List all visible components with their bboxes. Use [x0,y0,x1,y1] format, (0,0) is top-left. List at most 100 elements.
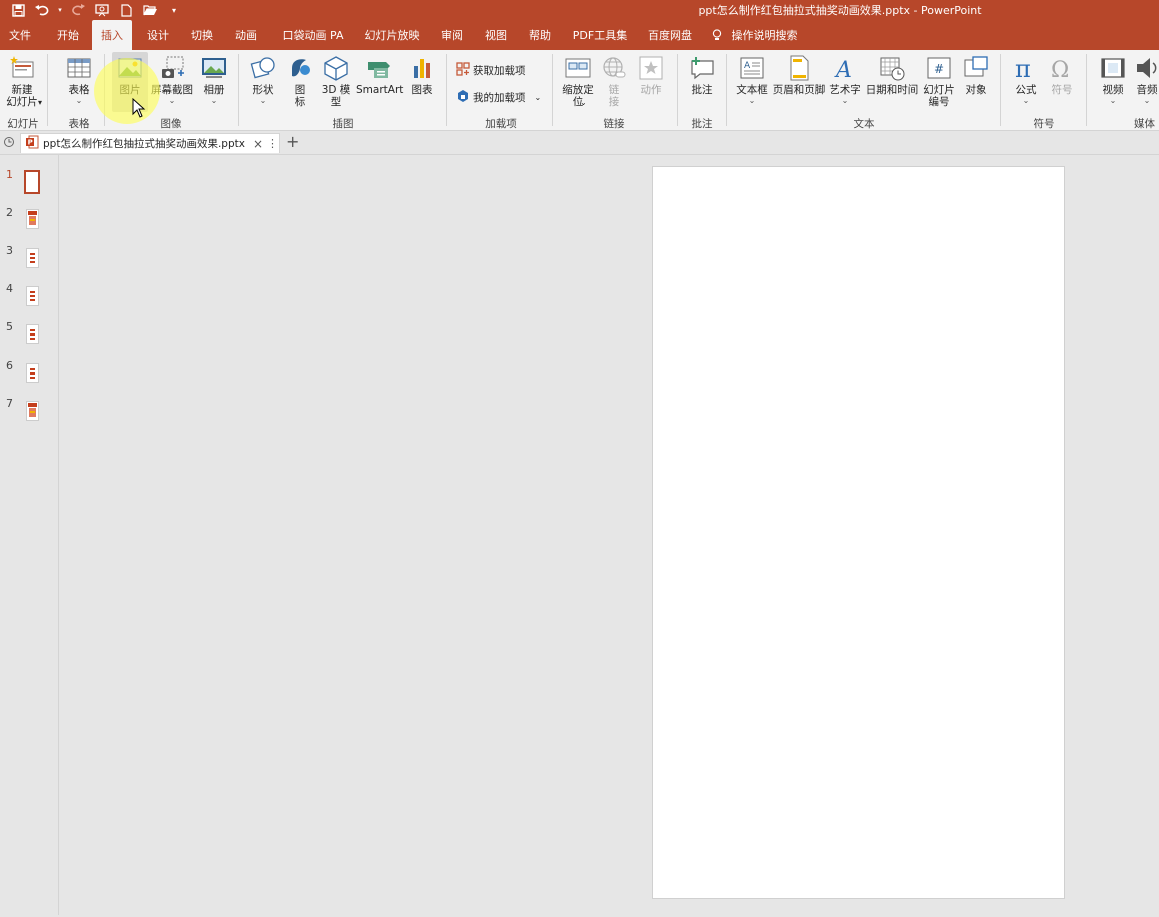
group-label-links: 链接 [603,118,625,130]
wordart-button[interactable]: A 艺术字 ⌄ [828,54,862,105]
slide-thumbnail-3[interactable] [26,248,39,268]
action-button[interactable]: 动作 [636,54,666,97]
slide-number-6: 6 [6,359,13,372]
slide-thumbnail-2[interactable] [26,209,39,229]
header-footer-icon [785,54,813,82]
equation-button[interactable]: π 公式 ⌄ [1010,54,1042,105]
zoom-button[interactable]: 缩放定 位 [560,54,596,108]
tab-baidu-netdisk[interactable]: 百度网盘 [640,20,700,50]
symbol-button[interactable]: Ω 符号 [1046,54,1078,97]
tab-help[interactable]: 帮助 [520,20,560,50]
my-addins-label: 我的加载项 [473,92,526,104]
zoom-arrow-icon[interactable]: ⌄ [580,96,587,109]
get-addins-button[interactable]: 获取加载项 [456,62,526,79]
new-slide-label: 新建 幻灯片 [6,84,38,108]
link-button[interactable]: 链 接 [600,54,628,108]
table-button[interactable]: 表格 ⌄ [62,54,96,105]
document-title: ppt怎么制作红包抽拉式抽奖动画效果.pptx - PowerPoint [698,4,982,17]
slide-thumbnail-4[interactable] [26,286,39,306]
textbox-button[interactable]: A 文本框 ⌄ [735,54,769,105]
slide-thumbnail-1[interactable] [24,170,40,194]
smartart-button[interactable]: SmartArt [356,54,404,97]
wordart-arrow-icon: ⌄ [841,96,849,105]
tab-pdf-tools[interactable]: PDF工具集 [568,20,632,50]
icons-button[interactable]: 图 标 [286,54,314,108]
textbox-icon: A [738,54,766,82]
my-addins-button[interactable]: 我的加载项 ⌄ [456,89,541,106]
new-icon[interactable] [116,1,136,19]
powerpoint-file-icon: P [25,135,39,152]
ribbon-divider [677,54,678,126]
group-label-media: 媒体 [1134,118,1155,130]
object-button[interactable]: 对象 [960,54,992,97]
tab-more-icon[interactable]: ⋮ [267,137,278,150]
tab-home[interactable]: 开始 [48,20,88,50]
tab-review[interactable]: 审阅 [432,20,472,50]
slide-thumbnail-7[interactable] [26,401,39,421]
document-tab[interactable]: P ppt怎么制作红包抽拉式抽奖动画效果.pptx × ⋮ [20,133,280,153]
open-icon[interactable] [140,1,160,19]
chart-button[interactable]: 图表 [406,54,438,97]
current-slide[interactable] [652,166,1065,899]
lightbulb-icon [712,29,726,42]
redo-icon[interactable] [68,1,88,19]
customize-icon[interactable]: ▾ [164,1,184,19]
slide-number-2: 2 [6,206,13,219]
tab-insert[interactable]: 插入 [92,20,132,50]
wordart-icon: A [831,54,859,83]
undo-icon[interactable] [32,1,52,19]
save-icon[interactable] [8,1,28,19]
slide-number-button[interactable]: # 幻灯片 编号 [922,54,956,108]
slide-thumbnail-5[interactable] [26,324,39,344]
action-star-icon [637,54,665,82]
document-tabs-bar: P ppt怎么制作红包抽拉式抽奖动画效果.pptx × ⋮ + [0,131,1159,155]
tab-file[interactable]: 文件 [0,20,40,50]
svg-text:A: A [744,61,751,71]
new-slide-arrow-icon[interactable]: ▾ [38,96,42,109]
tab-slideshow[interactable]: 幻灯片放映 [360,20,424,50]
screenshot-icon [158,54,186,82]
zoom-label: 缩放定 位 [562,84,594,108]
ribbon-divider [552,54,553,126]
action-label: 动作 [640,84,662,96]
add-tab-icon[interactable]: + [286,132,299,151]
svg-text:#: # [934,62,944,76]
shapes-arrow-icon: ⌄ [259,96,267,105]
date-time-button[interactable]: 日期和时间 [864,54,920,97]
chart-label: 图表 [411,84,433,96]
new-slide-button[interactable]: 新建 幻灯片 [2,54,42,108]
new-slide-icon [8,54,36,82]
video-arrow-icon: ⌄ [1109,96,1117,105]
cube-icon [322,54,350,82]
film-icon [1099,54,1127,82]
equation-arrow-icon: ⌄ [1022,96,1030,105]
undo-dropdown-icon[interactable]: ▾ [56,1,64,19]
present-icon[interactable] [92,1,112,19]
ribbon-divider [238,54,239,126]
header-footer-button[interactable]: 页眉和页脚 [771,54,827,97]
smartart-label: SmartArt [356,84,404,96]
tell-me-search[interactable]: 操作说明搜索 [712,20,798,50]
photo-album-button[interactable]: 相册 ⌄ [198,54,230,105]
comment-icon [688,54,716,82]
close-tab-icon[interactable]: × [253,137,263,151]
ribbon-divider [726,54,727,126]
tab-options-icon[interactable] [3,136,15,151]
comment-button[interactable]: 批注 [686,54,718,97]
tab-pocket-animation[interactable]: 口袋动画 PA [276,20,350,50]
audio-button[interactable]: 音频 ⌄ [1134,54,1159,105]
tab-design[interactable]: 设计 [138,20,178,50]
slide-number-1: 1 [6,168,13,181]
mouse-cursor-icon [132,97,146,121]
video-button[interactable]: 视频 ⌄ [1096,54,1130,105]
slide-thumbnails-panel[interactable]: 1 2 3 4 5 6 7 [0,155,59,915]
slide-thumbnail-6[interactable] [26,363,39,383]
ribbon-tabs: 文件 开始 插入 设计 切换 动画 口袋动画 PA 幻灯片放映 审阅 视图 帮助… [0,20,1159,50]
tab-animations[interactable]: 动画 [226,20,266,50]
slide-editing-area[interactable] [59,155,1159,915]
tab-view[interactable]: 视图 [476,20,516,50]
document-tab-name: ppt怎么制作红包抽拉式抽奖动画效果.pptx [43,138,245,150]
3d-models-button[interactable]: 3D 模 型 [320,54,352,108]
tab-transitions[interactable]: 切换 [182,20,222,50]
shapes-button[interactable]: 形状 ⌄ [246,54,280,105]
